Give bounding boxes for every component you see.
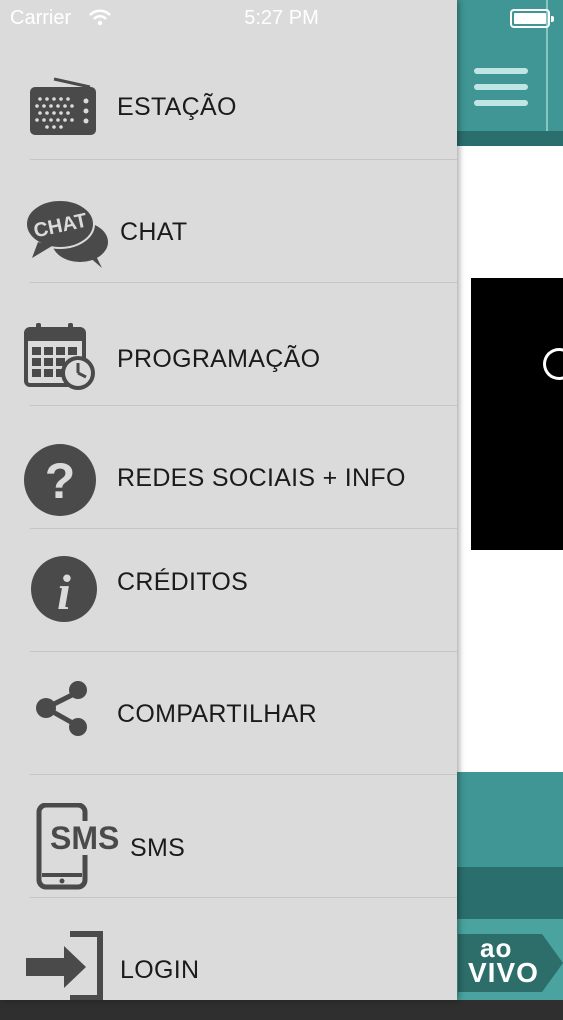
chat-bubbles-icon: CHAT [24,194,110,270]
menu-item-label: CHAT [120,218,188,246]
live-button[interactable]: ao VIVO [458,934,563,992]
status-bar: Carrier 5:27 PM [0,0,563,40]
menu-item-label: COMPARTILHAR [117,700,317,728]
menu-item-redes-sociais[interactable]: ? REDES SOCIAIS + INFO [0,406,457,528]
sms-phone-icon: SMS [36,802,120,893]
live-badge-line2: VIVO [468,957,539,988]
menu-item-programacao[interactable]: PROGRAMAÇÃO [0,283,457,405]
calendar-clock-icon [24,321,100,397]
menu-item-label: LOGIN [120,956,200,984]
clock: 5:27 PM [244,7,319,29]
share-icon [32,680,92,740]
menu-item-label: REDES SOCIAIS + INFO [117,464,406,492]
menu-item-creditos[interactable]: i CRÉDITOS [0,529,457,651]
menu-item-label: ESTAÇÃO [117,93,237,121]
menu-item-login[interactable]: LOGIN [0,898,457,1020]
menu-item-chat[interactable]: CHAT CHAT [0,160,457,282]
logo-curl-shape [543,348,563,380]
login-arrow-icon [24,930,104,1001]
menu-item-label: SMS [130,834,186,862]
menu-item-label: PROGRAMAÇÃO [117,345,321,373]
menu-item-estacao[interactable]: ESTAÇÃO [0,45,457,167]
radio-icon [24,69,100,145]
hamburger-menu-icon[interactable] [472,62,530,112]
menu-item-compartilhar[interactable]: COMPARTILHAR [0,652,457,774]
svg-text:i: i [57,564,71,620]
side-drawer: ESTAÇÃO CHAT CHAT PROGRAMAÇÃO ? REDES SO… [0,0,457,1001]
svg-text:?: ? [45,453,76,509]
question-circle-icon: ? [24,442,100,518]
menu-item-label: CRÉDITOS [117,568,249,596]
sms-icon-text: SMS [50,820,119,856]
battery-icon [510,9,554,28]
video-player[interactable] [471,278,563,550]
menu-item-sms[interactable]: SMS SMS [0,775,457,897]
info-circle-icon: i [24,553,100,629]
